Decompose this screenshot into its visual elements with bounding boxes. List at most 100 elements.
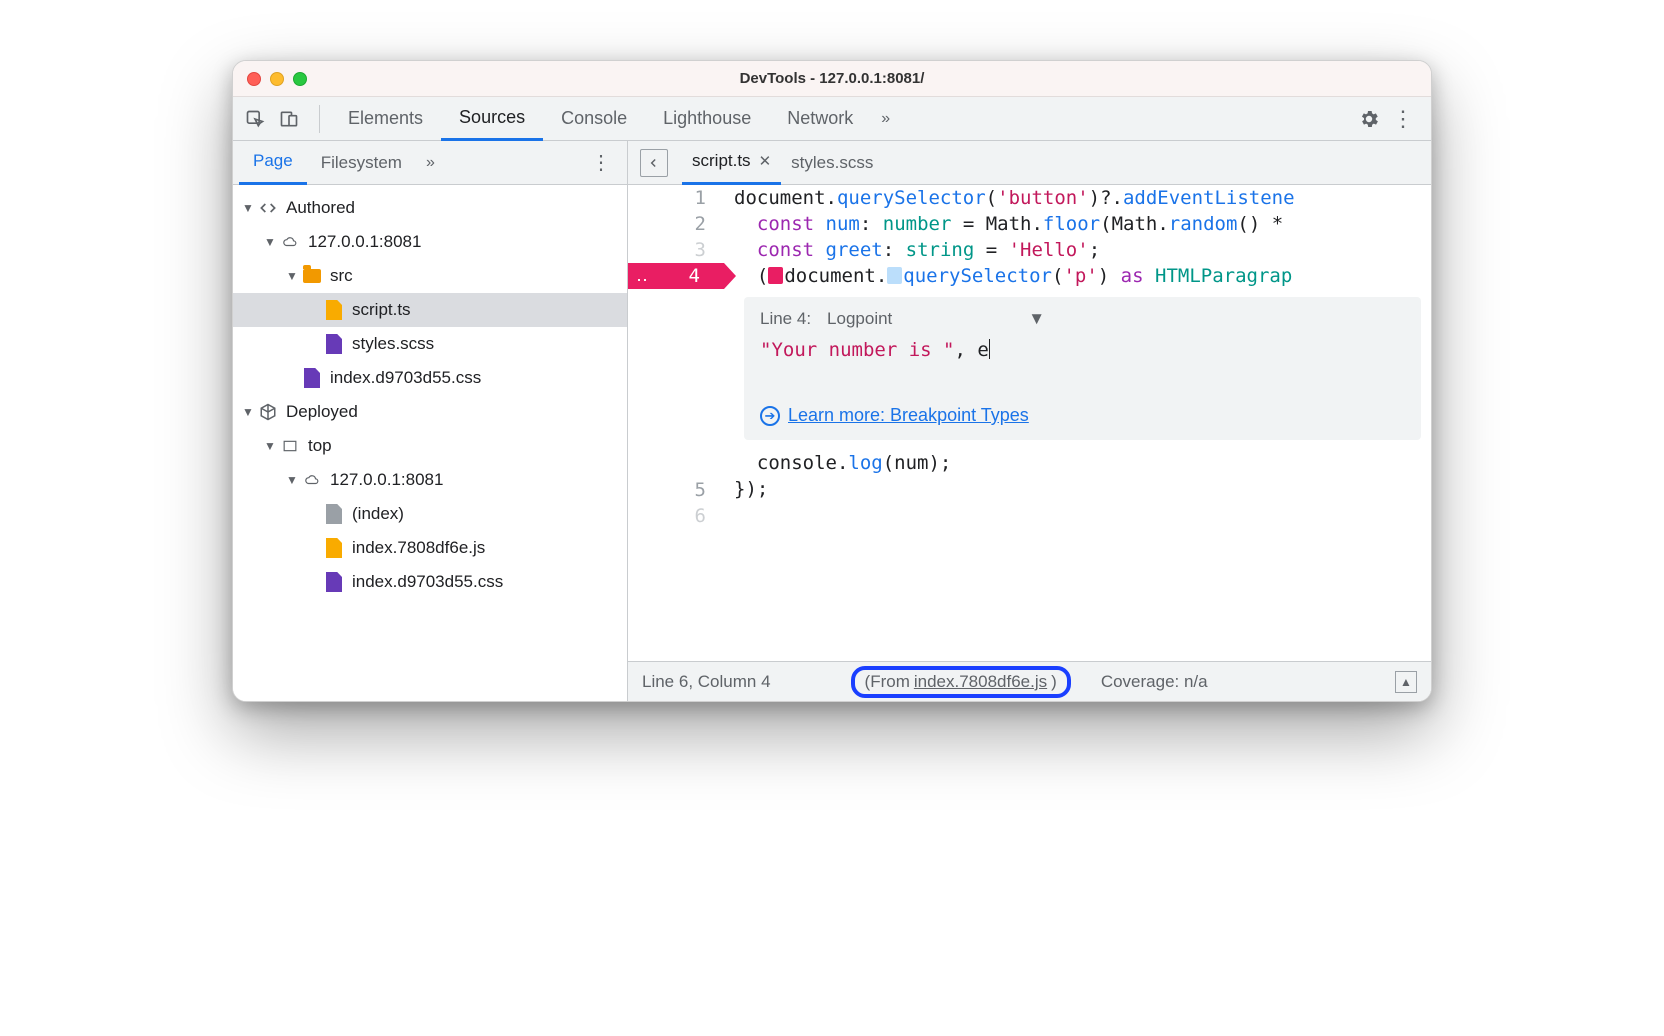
inspect-icon[interactable] <box>241 105 269 133</box>
settings-icon[interactable] <box>1355 105 1383 133</box>
tree-label: index.d9703d55.css <box>330 368 481 388</box>
css-file-icon <box>302 368 322 388</box>
log-rest: , e <box>954 339 988 361</box>
window-title: DevTools - 127.0.0.1:8081/ <box>233 70 1431 87</box>
tree-file-index-css-deployed[interactable]: index.d9703d55.css <box>233 565 627 599</box>
tree-file-styles-scss[interactable]: styles.scss <box>233 327 627 361</box>
tab-elements[interactable]: Elements <box>330 97 441 141</box>
css-file-icon <box>324 572 344 592</box>
divider <box>319 105 320 133</box>
tree-label: 127.0.0.1:8081 <box>308 232 421 252</box>
tab-console[interactable]: Console <box>543 97 645 141</box>
file-tab-script-ts[interactable]: script.ts ✕ <box>682 141 781 185</box>
tree-group-authored[interactable]: ▼ Authored <box>233 191 627 225</box>
logpoint-line-label: Line 4: <box>760 309 811 329</box>
editor-status-bar: Line 6, Column 4 (From index.7808df6e.js… <box>628 661 1431 701</box>
code-line: console.log(num); <box>734 450 1431 476</box>
tree-folder-src[interactable]: ▼ src <box>233 259 627 293</box>
log-string: "Your number is " <box>760 339 954 361</box>
js-file-icon <box>324 300 344 320</box>
file-tab-label: styles.scss <box>791 153 873 173</box>
tree-file-index-css[interactable]: index.d9703d55.css <box>233 361 627 395</box>
toggle-navigator-icon[interactable] <box>640 149 668 177</box>
folder-icon <box>302 266 322 286</box>
close-icon[interactable]: ✕ <box>759 152 772 170</box>
nav-kebab-icon[interactable]: ⋮ <box>581 150 621 175</box>
cloud-icon <box>280 232 300 252</box>
code-icon <box>258 198 278 218</box>
from-file-link[interactable]: index.7808df6e.js <box>914 672 1047 692</box>
gutter-line[interactable]: 6 <box>628 503 724 529</box>
tab-network[interactable]: Network <box>769 97 871 141</box>
tree-host-deployed[interactable]: ▼ 127.0.0.1:8081 <box>233 463 627 497</box>
more-tabs-icon[interactable]: » <box>871 110 900 128</box>
logpoint-learn-more[interactable]: ➔ Learn more: Breakpoint Types <box>760 405 1405 426</box>
code-line: }); <box>734 476 1431 502</box>
zoom-window-button[interactable] <box>293 72 307 86</box>
logpoint-header: Line 4: Logpoint ▼ <box>760 309 1405 329</box>
minimize-window-button[interactable] <box>270 72 284 86</box>
title-bar: DevTools - 127.0.0.1:8081/ <box>233 61 1431 97</box>
tree-group-deployed[interactable]: ▼ Deployed <box>233 395 627 429</box>
tree-label: (index) <box>352 504 404 524</box>
file-tab-styles-scss[interactable]: styles.scss <box>781 141 883 185</box>
coverage-label: Coverage: n/a <box>1101 672 1208 692</box>
tree-file-index-js[interactable]: index.7808df6e.js <box>233 531 627 565</box>
tree-frame-top[interactable]: ▼ top <box>233 429 627 463</box>
tab-lighthouse[interactable]: Lighthouse <box>645 97 769 141</box>
nav-tab-page[interactable]: Page <box>239 141 307 185</box>
gutter-line[interactable]: 3 <box>628 237 724 263</box>
gutter-breakpoint[interactable]: 4 <box>628 263 724 289</box>
show-drawer-icon[interactable]: ▲ <box>1395 671 1417 693</box>
breakpoint-type-select[interactable]: Logpoint ▼ <box>827 309 915 329</box>
window-controls <box>247 72 307 86</box>
tree-file-script-ts[interactable]: script.ts <box>233 293 627 327</box>
logpoint-type-label: Logpoint <box>827 309 892 329</box>
frame-icon <box>280 436 300 456</box>
file-tab-bar: script.ts ✕ styles.scss <box>628 141 1431 185</box>
devtools-window: DevTools - 127.0.0.1:8081/ Elements Sour… <box>232 60 1432 702</box>
gutter-line[interactable]: 1 <box>628 185 724 211</box>
cursor-position: Line 6, Column 4 <box>642 672 771 692</box>
code-editor[interactable]: 1 2 3 4 5 6 document.querySelector('butt… <box>628 185 1431 661</box>
from-suffix: ) <box>1051 672 1057 692</box>
css-file-icon <box>324 334 344 354</box>
source-mapped-from[interactable]: (From index.7808df6e.js ) <box>851 666 1071 698</box>
code-line: const num: number = Math.floor(Math.rand… <box>734 211 1431 237</box>
tree-label: script.ts <box>352 300 411 320</box>
learn-more-link[interactable]: Learn more: Breakpoint Types <box>788 405 1029 426</box>
chevron-down-icon: ▼ <box>1028 309 1045 329</box>
kebab-menu-icon[interactable]: ⋮ <box>1389 105 1417 133</box>
code-line: (document.querySelector('p') as HTMLPara… <box>734 263 1431 289</box>
tree-label: index.d9703d55.css <box>352 572 503 592</box>
device-toggle-icon[interactable] <box>275 105 303 133</box>
tree-label: src <box>330 266 353 286</box>
tree-label: styles.scss <box>352 334 434 354</box>
line-gutter[interactable]: 1 2 3 4 5 6 <box>628 185 724 661</box>
more-nav-tabs-icon[interactable]: » <box>416 154 445 172</box>
logpoint-input[interactable]: "Your number is ", e <box>760 339 1405 361</box>
navigator-tabs: Page Filesystem » ⋮ <box>233 141 627 185</box>
editor-panel: script.ts ✕ styles.scss 1 2 3 4 5 6 <box>628 141 1431 701</box>
tree-file-index[interactable]: (index) <box>233 497 627 531</box>
deployed-icon <box>258 402 278 422</box>
navigator-panel: Page Filesystem » ⋮ ▼ Authored ▼ 127.0.0… <box>233 141 628 701</box>
tree-label: Deployed <box>286 402 358 422</box>
code-line: document.querySelector('button')?.addEve… <box>734 185 1431 211</box>
file-icon <box>324 504 344 524</box>
gutter-line[interactable]: 2 <box>628 211 724 237</box>
close-window-button[interactable] <box>247 72 261 86</box>
gutter-line[interactable]: 5 <box>628 477 724 503</box>
tree-label: top <box>308 436 332 456</box>
nav-tab-filesystem[interactable]: Filesystem <box>307 141 416 185</box>
tree-host-authored[interactable]: ▼ 127.0.0.1:8081 <box>233 225 627 259</box>
text-caret <box>989 339 990 359</box>
tree-label: index.7808df6e.js <box>352 538 485 558</box>
code-body[interactable]: document.querySelector('button')?.addEve… <box>724 185 1431 661</box>
logpoint-editor: Line 4: Logpoint ▼ "Your number is ", e … <box>744 297 1421 440</box>
js-file-icon <box>324 538 344 558</box>
file-tab-label: script.ts <box>692 151 751 171</box>
from-prefix: (From <box>865 672 910 692</box>
code-line: const greet: string = 'Hello'; <box>734 237 1431 263</box>
tab-sources[interactable]: Sources <box>441 97 543 141</box>
